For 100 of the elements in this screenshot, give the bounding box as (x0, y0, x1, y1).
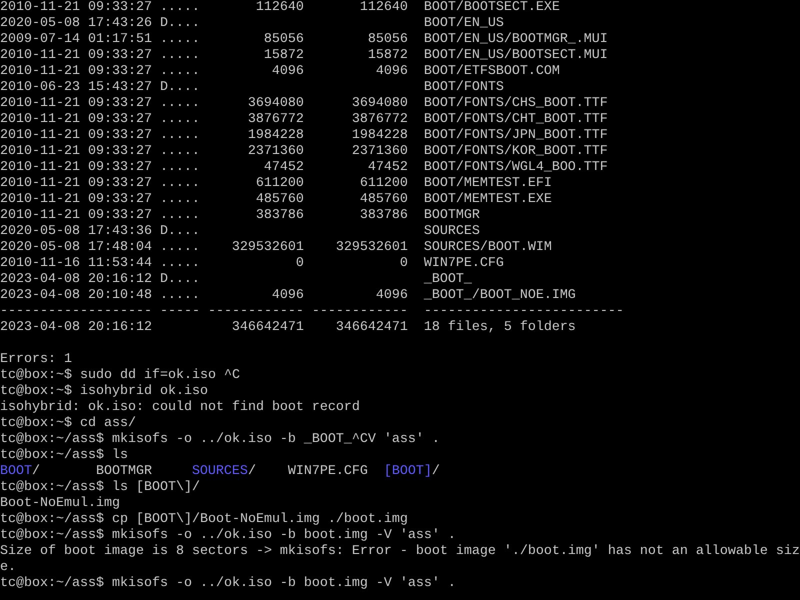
file-size: 47452 (262, 160, 304, 176)
file-size: 15872 (262, 48, 304, 64)
attributes: ..... (160, 96, 200, 112)
directory-name: [BOOT] (384, 464, 432, 479)
date-time: 2020-05-08 17:43:36 (0, 224, 152, 240)
attributes: ..... (160, 112, 200, 128)
date-time: 2010-11-21 09:33:27 (0, 48, 152, 64)
attributes: ..... (160, 288, 200, 304)
directory-name: BOOT (0, 464, 32, 479)
attributes: ..... (160, 64, 200, 80)
stored-size: 329532601 (334, 240, 408, 256)
file-size: 85056 (262, 32, 304, 48)
console-line: Boot-NoEmul.img (0, 496, 120, 512)
date-time: 2010-11-21 09:33:27 (0, 0, 152, 16)
path-slash: / (432, 464, 440, 479)
file-name: BOOT/MEMTEST.EFI (424, 176, 552, 192)
console-line: tc@box:~/ass$ mkisofs -o ../ok.iso -b _BOOT_^CV 'ass' . (0, 432, 440, 448)
date-time: 2010-11-16 11:53:44 (0, 256, 152, 272)
stored-size: 346642471 (334, 320, 408, 336)
attributes: ..... (160, 0, 200, 16)
console-line: tc@box:~/ass$ cp [BOOT\]/Boot-NoEmul.img ./boot.img (0, 512, 408, 528)
date-time: 2010-11-21 09:33:27 (0, 96, 152, 112)
date-time: 2010-11-21 09:33:27 (0, 128, 152, 144)
file-name: WIN7PE.CFG (424, 256, 504, 272)
file-name: BOOTMGR (424, 208, 480, 224)
file-name: BOOT/EN_US/BOOTMGR_.MUI (424, 32, 608, 48)
stored-size: 1984228 (350, 128, 408, 144)
stored-size: 15872 (366, 48, 408, 64)
stored-size: 383786 (358, 208, 408, 224)
attributes: ..... (160, 256, 200, 272)
stored-size: 2371360 (350, 144, 408, 160)
console-line: tc@box:~$ sudo dd if=ok.iso ^C (0, 368, 240, 384)
file-size: 346642471 (230, 320, 304, 336)
attributes: ..... (160, 160, 200, 176)
console-line: isohybrid: ok.iso: could not find boot record (0, 400, 360, 416)
file-name: BOOT/EN_US/BOOTSECT.MUI (424, 48, 608, 64)
attributes: ..... (160, 32, 200, 48)
stored-size: 611200 (358, 176, 408, 192)
attributes: ..... (160, 48, 200, 64)
console-line: tc@box:~/ass$ ls (0, 448, 128, 464)
attributes: ..... (160, 240, 200, 256)
attributes: ..... (160, 128, 200, 144)
file-name: _BOOT_ (424, 272, 472, 288)
date-time: 2010-11-21 09:33:27 (0, 176, 152, 192)
attributes: D.... (160, 272, 200, 288)
console-line: tc@box:~$ isohybrid ok.iso (0, 384, 208, 400)
file-size: 112640 (254, 0, 304, 16)
file-size: 329532601 (230, 240, 304, 256)
console-line: Errors: 1 (0, 352, 72, 368)
console-line: e. (0, 560, 16, 576)
separator-line: ------------------- ----- ------------ ------------ ------------------------- (0, 304, 624, 320)
date-time: 2020-05-08 17:43:26 (0, 16, 152, 32)
date-time: 2010-11-21 09:33:27 (0, 64, 152, 80)
file-name: SOURCES/BOOT.WIM (424, 240, 552, 256)
file-size: 383786 (254, 208, 304, 224)
stored-size: 3876772 (350, 112, 408, 128)
file-size: 4096 (270, 288, 304, 304)
file-size: 4096 (270, 64, 304, 80)
file-size: 2371360 (246, 144, 304, 160)
attributes: D.... (160, 224, 200, 240)
console-line: tc@box:~/ass$ mkisofs -o ../ok.iso -b boot.img -V 'ass' . (0, 576, 456, 592)
file-name: BOOT/MEMTEST.EXE (424, 192, 552, 208)
file-name: 18 files, 5 folders (424, 320, 576, 336)
console-line: tc@box:~$ cd ass/ (0, 416, 136, 432)
path-slash: / (32, 464, 40, 479)
stored-size: 47452 (366, 160, 408, 176)
file-name: BOOT/FONTS/JPN_BOOT.TTF (424, 128, 608, 144)
stored-size: 4096 (374, 288, 408, 304)
date-time: 2020-05-08 17:48:04 (0, 240, 152, 256)
file-size: 611200 (254, 176, 304, 192)
attributes: D.... (160, 16, 200, 32)
file-size: 3876772 (246, 112, 304, 128)
date-time: 2010-11-21 09:33:27 (0, 192, 152, 208)
file-size: 485760 (254, 192, 304, 208)
file-size: 1984228 (246, 128, 304, 144)
file-name: BOOT/FONTS/CHT_BOOT.TTF (424, 112, 608, 128)
file-name: BOOT/FONTS (424, 80, 504, 96)
date-time: 2023-04-08 20:16:12 (0, 320, 152, 336)
attributes: ..... (160, 176, 200, 192)
stored-size: 485760 (358, 192, 408, 208)
path-slash: / (248, 464, 256, 479)
attributes: ..... (160, 208, 200, 224)
stored-size: 85056 (366, 32, 408, 48)
file-size: 3694080 (246, 96, 304, 112)
attributes: ..... (160, 192, 200, 208)
file-name: _BOOT_/BOOT_NOE.IMG (424, 288, 576, 304)
date-time: 2009-07-14 01:17:51 (0, 32, 152, 48)
file-name: BOOT/FONTS/KOR_BOOT.TTF (424, 144, 608, 160)
date-time: 2010-11-21 09:33:27 (0, 144, 152, 160)
directory-name: SOURCES (192, 464, 248, 479)
stored-size: 112640 (358, 0, 408, 16)
stored-size: 3694080 (350, 96, 408, 112)
file-name: WIN7PE.CFG (288, 464, 368, 479)
date-time: 2023-04-08 20:10:48 (0, 288, 152, 304)
date-time: 2023-04-08 20:16:12 (0, 272, 152, 288)
file-name: BOOT/ETFSBOOT.COM (424, 64, 560, 80)
attributes: ..... (160, 144, 200, 160)
file-name: BOOT/FONTS/WGL4_BOO.TTF (424, 160, 608, 176)
stored-size: 4096 (374, 64, 408, 80)
file-name: BOOT/EN_US (424, 16, 504, 32)
